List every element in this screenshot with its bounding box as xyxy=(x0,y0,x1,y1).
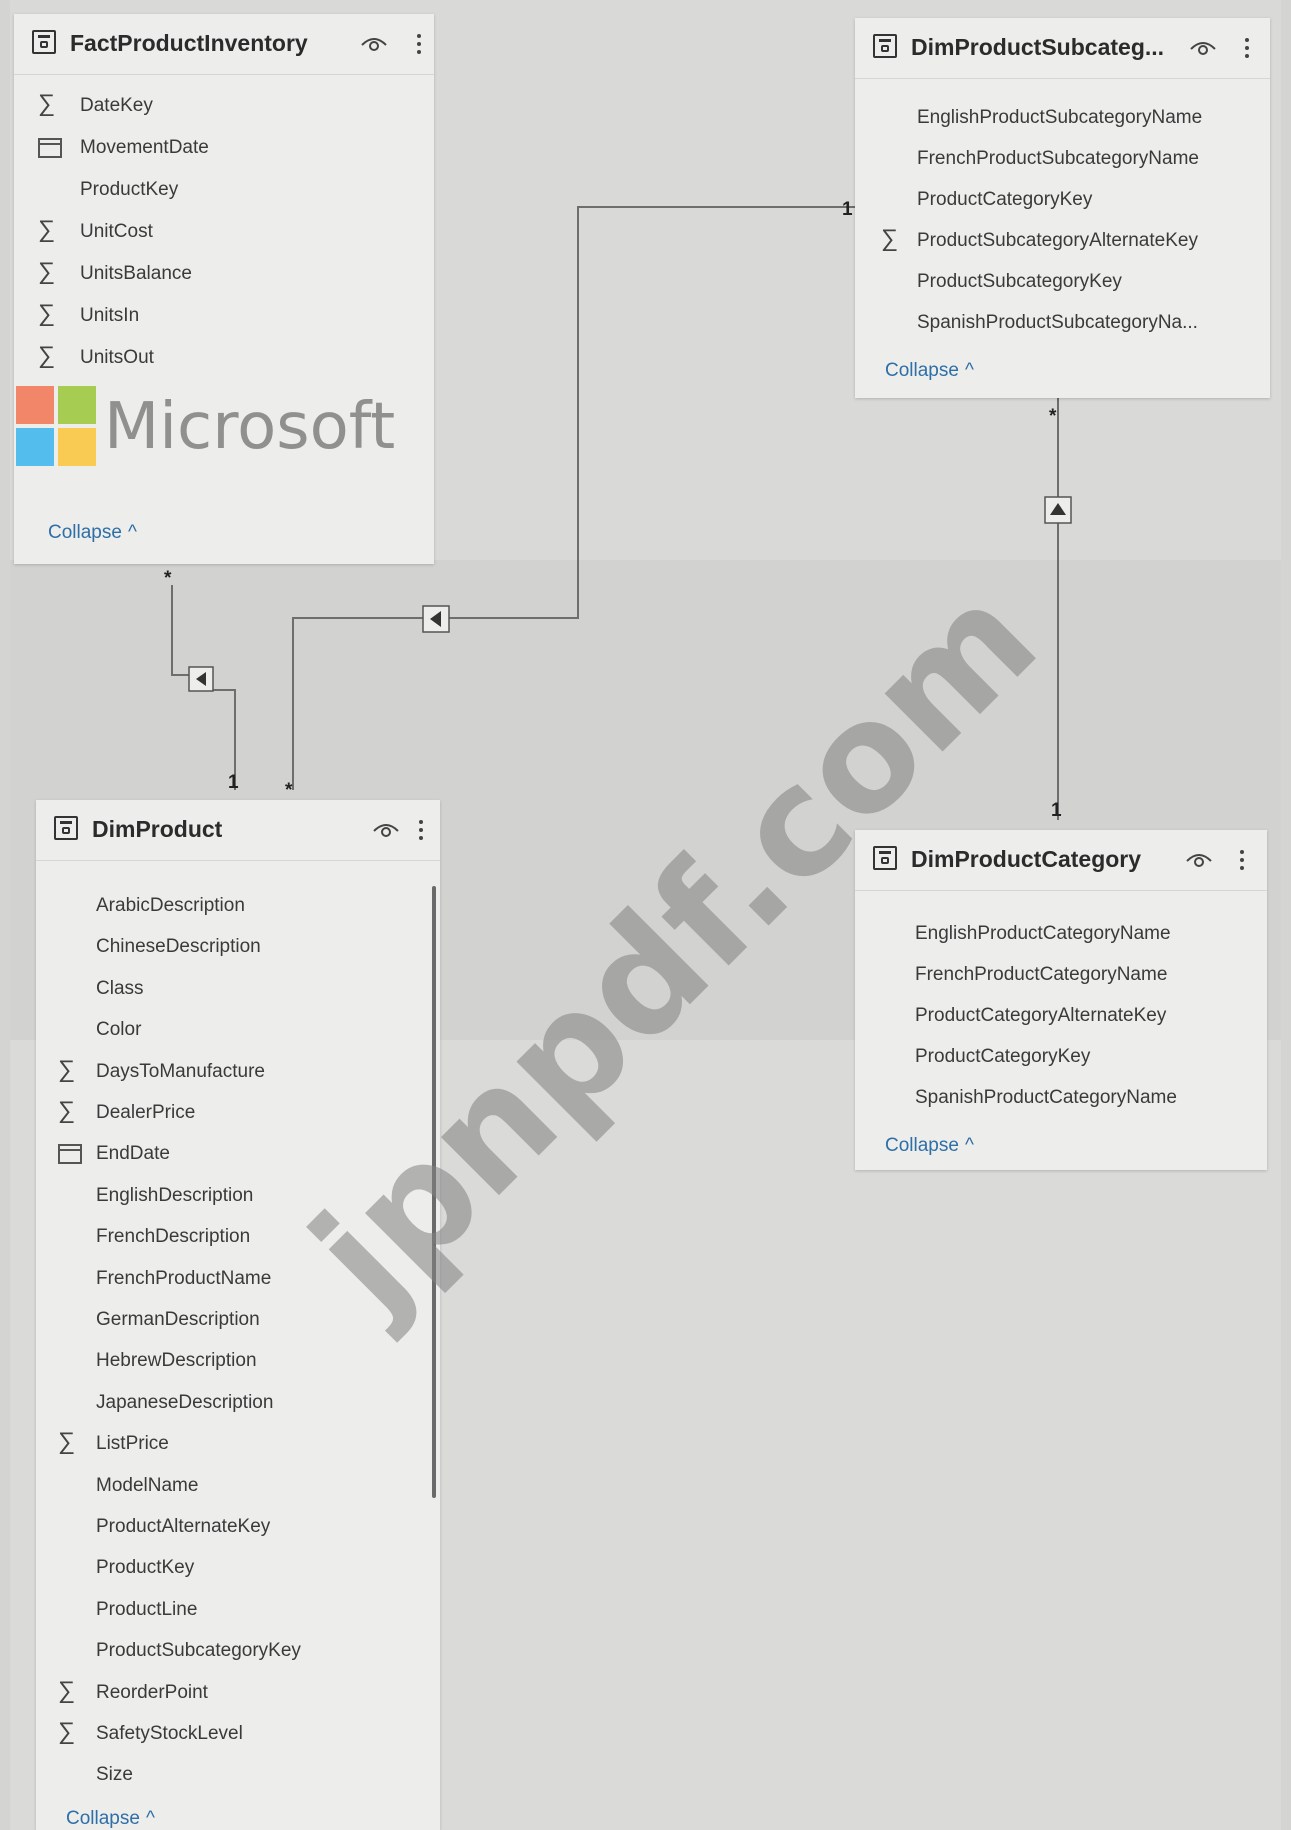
sigma-icon: ∑ xyxy=(38,90,56,117)
field-item[interactable]: EndDate xyxy=(96,1142,170,1166)
field-item[interactable]: SafetyStockLevel xyxy=(96,1722,243,1746)
field-item[interactable]: Size xyxy=(96,1763,133,1787)
field-item[interactable]: ArabicDescription xyxy=(96,894,245,918)
sigma-icon: ∑ xyxy=(881,225,899,252)
field-item[interactable]: ProductSubcategoryKey xyxy=(96,1639,301,1663)
more-options-icon[interactable] xyxy=(1237,844,1247,876)
table-card-header[interactable]: FactProductInventory xyxy=(14,14,434,75)
chevron-up-icon: ^ xyxy=(127,522,137,543)
field-item[interactable]: SpanishProductCategoryName xyxy=(915,1086,1177,1110)
field-item[interactable]: ProductLine xyxy=(96,1598,197,1622)
sigma-icon: ∑ xyxy=(58,1677,76,1704)
eye-icon[interactable] xyxy=(1185,848,1213,870)
collapse-link[interactable]: Collapse ^ xyxy=(48,522,137,544)
sigma-icon: ∑ xyxy=(58,1428,76,1455)
table-icon xyxy=(873,34,897,58)
field-item[interactable]: DealerPrice xyxy=(96,1101,195,1125)
field-item[interactable]: FrenchProductName xyxy=(96,1267,271,1291)
field-item[interactable]: FrenchProductSubcategoryName xyxy=(917,147,1199,171)
field-item[interactable]: ModelName xyxy=(96,1474,198,1498)
field-item[interactable]: HebrewDescription xyxy=(96,1349,257,1373)
field-item[interactable]: UnitsOut xyxy=(80,346,154,370)
collapse-link[interactable]: Collapse ^ xyxy=(885,360,974,382)
field-item[interactable]: EnglishDescription xyxy=(96,1184,253,1208)
field-item[interactable]: EnglishProductCategoryName xyxy=(915,922,1171,946)
field-item[interactable]: ProductCategoryKey xyxy=(915,1045,1090,1069)
field-item[interactable]: ListPrice xyxy=(96,1432,169,1456)
field-item[interactable]: ProductSubcategoryAlternateKey xyxy=(917,229,1198,253)
field-item[interactable]: ProductKey xyxy=(96,1556,194,1580)
field-item[interactable]: SpanishProductSubcategoryNa... xyxy=(917,311,1198,335)
model-view-canvas[interactable]: * 1 * 1 * 1 FactProductInventory Collaps… xyxy=(0,0,1291,1830)
cardinality-one-product-left: 1 xyxy=(228,772,239,793)
cardinality-one-subcategory: 1 xyxy=(842,199,853,220)
eye-icon[interactable] xyxy=(1189,36,1217,58)
table-title: DimProduct xyxy=(92,816,223,842)
field-item[interactable]: JapaneseDescription xyxy=(96,1391,273,1415)
sigma-icon: ∑ xyxy=(38,258,56,285)
collapse-link[interactable]: Collapse ^ xyxy=(66,1808,155,1830)
table-card-header[interactable]: DimProduct xyxy=(36,800,440,861)
field-item[interactable]: ProductKey xyxy=(80,178,178,202)
field-item[interactable]: GermanDescription xyxy=(96,1308,260,1332)
sigma-icon: ∑ xyxy=(58,1056,76,1083)
direction-arrow-subcategory-product xyxy=(422,605,450,633)
table-title: FactProductInventory xyxy=(70,30,308,56)
chevron-up-icon: ^ xyxy=(964,360,974,381)
cardinality-one-category: 1 xyxy=(1051,800,1062,821)
logo-square-green xyxy=(58,386,96,424)
direction-arrow-inventory-product xyxy=(188,666,214,692)
sigma-icon: ∑ xyxy=(38,216,56,243)
sigma-icon: ∑ xyxy=(58,1097,76,1124)
chevron-up-icon: ^ xyxy=(964,1135,974,1156)
field-item[interactable]: ProductSubcategoryKey xyxy=(917,270,1122,294)
logo-square-yellow xyxy=(58,428,96,466)
logo-square-red xyxy=(16,386,54,424)
field-item[interactable]: UnitsBalance xyxy=(80,262,192,286)
cardinality-many-product-right: * xyxy=(285,780,293,801)
more-options-icon[interactable] xyxy=(414,28,424,60)
field-item[interactable]: ReorderPoint xyxy=(96,1681,208,1705)
field-item[interactable]: FrenchProductCategoryName xyxy=(915,963,1167,987)
calendar-icon xyxy=(38,138,62,158)
field-item[interactable]: Color xyxy=(96,1018,141,1042)
eye-icon[interactable] xyxy=(372,818,400,840)
table-card-factproductinventory[interactable]: FactProductInventory Collapse ^ ∑ DateKey M… xyxy=(14,14,434,564)
sigma-icon: ∑ xyxy=(38,300,56,327)
chevron-up-icon: ^ xyxy=(145,1808,155,1829)
field-item[interactable]: UnitCost xyxy=(80,220,153,244)
collapse-link[interactable]: Collapse ^ xyxy=(885,1135,974,1157)
field-item[interactable]: Class xyxy=(96,977,144,1001)
cardinality-many-inventory: * xyxy=(164,568,172,589)
table-card-header[interactable]: DimProductCategory xyxy=(855,830,1267,891)
field-item[interactable]: DateKey xyxy=(80,94,153,118)
table-card-dimproductcategory[interactable]: DimProductCategory Collapse ^ EnglishProd… xyxy=(855,830,1267,1170)
eye-icon[interactable] xyxy=(360,32,388,54)
table-icon xyxy=(54,816,78,840)
cardinality-many-subcategory: * xyxy=(1049,406,1057,427)
sigma-icon: ∑ xyxy=(58,1718,76,1745)
logo-square-blue xyxy=(16,428,54,466)
table-icon xyxy=(32,30,56,54)
calendar-icon xyxy=(58,1144,82,1164)
field-item[interactable]: FrenchDescription xyxy=(96,1225,250,1249)
field-item[interactable]: ProductAlternateKey xyxy=(96,1515,270,1539)
more-options-icon[interactable] xyxy=(416,814,426,846)
table-title: DimProductCategory xyxy=(911,846,1142,872)
field-item[interactable]: DaysToManufacture xyxy=(96,1060,265,1084)
field-item[interactable]: ProductCategoryKey xyxy=(917,188,1092,212)
field-item[interactable]: EnglishProductSubcategoryName xyxy=(917,106,1202,130)
field-item[interactable]: ProductCategoryAlternateKey xyxy=(915,1004,1166,1028)
sigma-icon: ∑ xyxy=(38,342,56,369)
more-options-icon[interactable] xyxy=(1242,32,1252,64)
table-title: DimProductSubcateg... xyxy=(911,34,1165,60)
microsoft-logo xyxy=(16,386,96,466)
field-item[interactable]: UnitsIn xyxy=(80,304,139,328)
field-item[interactable]: ChineseDescription xyxy=(96,935,261,959)
direction-arrow-subcategory-category xyxy=(1044,496,1072,524)
field-item[interactable]: MovementDate xyxy=(80,136,209,160)
table-card-dimproductsubcategory[interactable]: DimProductSubcateg... Collapse ^ EnglishP… xyxy=(855,18,1270,398)
microsoft-watermark: Microsoft xyxy=(104,390,396,464)
table-card-header[interactable]: DimProductSubcateg... xyxy=(855,18,1270,79)
